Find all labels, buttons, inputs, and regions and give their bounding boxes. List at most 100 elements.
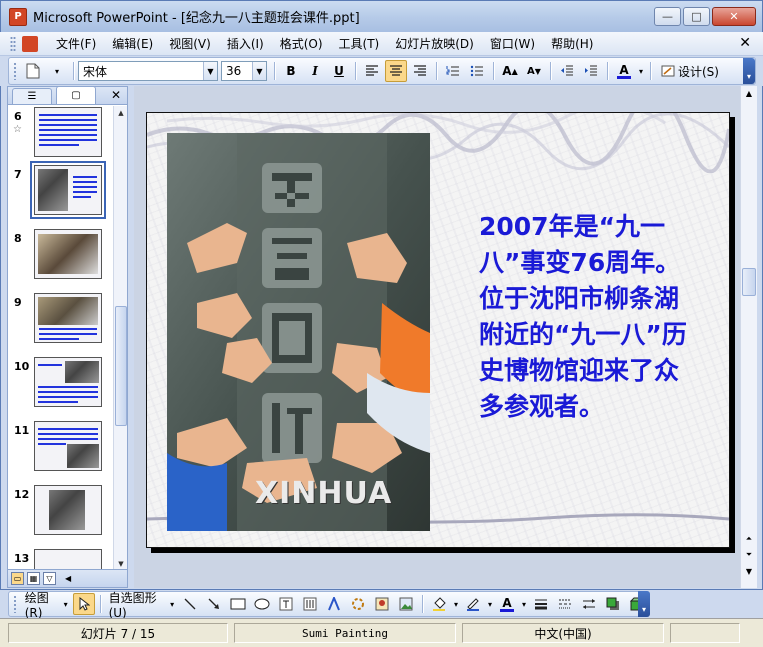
scroll-up-icon[interactable]: ▲ [114, 106, 128, 120]
current-slide[interactable]: XINHUA 2007年是“九一八”事变76周年。位于沈阳市柳条湖附近的“九一八… [146, 112, 730, 548]
slide-scrollbar[interactable]: ▲ ⏶ ⏷ ▼ [740, 86, 757, 588]
slide-thumbnail-13[interactable]: 13 [8, 546, 113, 571]
document-icon[interactable] [22, 35, 38, 52]
toolbar-options-dropdown-icon[interactable]: ▾ [46, 60, 68, 82]
scroll-left-icon[interactable]: ◀ [65, 574, 71, 583]
slide-thumbnail-8[interactable]: 8 [8, 226, 113, 284]
align-right-icon[interactable] [409, 60, 431, 82]
scrollbar-thumb[interactable] [115, 306, 127, 426]
textbox-tool-icon[interactable] [275, 593, 297, 615]
slide-design-button[interactable]: 设计(S) [656, 60, 724, 82]
diagram-tool-icon[interactable] [347, 593, 369, 615]
bold-button[interactable]: B [280, 60, 302, 82]
font-color-icon[interactable]: A [496, 593, 518, 615]
toolbar-grip-handle[interactable] [13, 62, 17, 80]
menu-slideshow[interactable]: 幻灯片放映(D) [387, 33, 482, 55]
menu-grip-handle[interactable] [10, 35, 16, 52]
chevron-down-icon[interactable]: ▾ [452, 593, 460, 615]
slide-thumbnail-11[interactable]: 11 [8, 418, 113, 476]
menu-format[interactable]: 格式(O) [272, 33, 331, 55]
chevron-down-icon[interactable]: ▾ [637, 60, 645, 82]
chevron-down-icon[interactable]: ▼ [252, 62, 266, 80]
hands-on-monument-image [167, 133, 430, 531]
line-style-icon[interactable] [530, 593, 552, 615]
font-size-value: 36 [226, 64, 242, 78]
minimize-button[interactable]: — [654, 7, 681, 26]
maximize-button[interactable]: □ [683, 7, 710, 26]
monument-photo[interactable]: XINHUA [167, 133, 430, 531]
increase-indent-icon[interactable] [580, 60, 602, 82]
slide-thumbnail-12[interactable]: 12 [8, 482, 113, 540]
wordart-icon[interactable] [323, 593, 345, 615]
chevron-down-icon[interactable]: ▾ [520, 593, 528, 615]
shadow-style-icon[interactable] [602, 593, 624, 615]
status-bar: 幻灯片 7 / 15 Sumi Painting 中文(中国) [0, 618, 763, 647]
draw-menu-button[interactable]: 绘图(R) ▾ [22, 591, 71, 620]
tab-slides[interactable]: ▢ [56, 86, 96, 104]
slide-body-text[interactable]: 2007年是“九一八”事变76周年。位于沈阳市柳条湖附近的“九一八”历史博物馆迎… [479, 209, 694, 425]
menu-file[interactable]: 文件(F) [48, 33, 104, 55]
rectangle-tool-icon[interactable] [227, 593, 249, 615]
slides-pane: ☰ ▢ ✕ 6 ☆ 7 8 9 10 11 12 13 ▲ ▼ ▭ ▦ ▽ ◀ [7, 86, 128, 588]
numbered-list-icon[interactable] [442, 60, 464, 82]
powerpoint-app-icon[interactable]: P [9, 7, 27, 26]
draw-label: 绘图(R) [24, 590, 49, 620]
arrow-tool-icon[interactable] [203, 593, 225, 615]
align-center-icon[interactable] [385, 60, 407, 82]
previous-slide-icon[interactable]: ⏶ [742, 532, 756, 546]
vertical-textbox-icon[interactable] [299, 593, 321, 615]
slide-sorter-view-icon[interactable]: ▦ [27, 572, 40, 585]
toolbar-overflow-icon[interactable]: ▾ [743, 58, 755, 84]
select-objects-icon[interactable] [72, 593, 95, 615]
animation-star-icon: ☆ [13, 124, 22, 135]
oval-tool-icon[interactable] [251, 593, 273, 615]
font-color-icon[interactable]: A [613, 60, 635, 82]
scroll-up-icon[interactable]: ▲ [742, 86, 756, 100]
align-left-icon[interactable] [361, 60, 383, 82]
line-color-icon[interactable] [462, 593, 484, 615]
autoshapes-menu-button[interactable]: 自选图形(U) ▾ [106, 591, 177, 620]
menu-insert[interactable]: 插入(I) [219, 33, 272, 55]
slide-thumbnail-7[interactable]: 7 [8, 161, 113, 220]
thumbnail-scrollbar[interactable]: ▲ ▼ [113, 106, 127, 571]
font-name-select[interactable]: 宋体 ▼ [78, 61, 218, 81]
close-pane-button[interactable]: ✕ [111, 88, 121, 102]
menu-edit[interactable]: 编辑(E) [104, 33, 161, 55]
underline-button[interactable]: U [328, 60, 350, 82]
toolbar-overflow-icon[interactable]: ▾ [638, 591, 650, 617]
close-document-button[interactable]: ✕ [739, 35, 751, 51]
bullet-list-icon[interactable] [466, 60, 488, 82]
arrow-style-icon[interactable] [578, 593, 600, 615]
slide-preview [34, 549, 102, 571]
fill-color-icon[interactable] [428, 593, 450, 615]
clip-art-icon[interactable] [371, 593, 393, 615]
tab-outline[interactable]: ☰ [12, 88, 52, 104]
chevron-down-icon[interactable]: ▼ [203, 62, 217, 80]
slide-number: 13 [14, 552, 30, 565]
slide-thumbnail-6[interactable]: 6 ☆ [8, 106, 113, 162]
insert-picture-icon[interactable] [395, 593, 417, 615]
menu-tools[interactable]: 工具(T) [331, 33, 388, 55]
normal-view-icon[interactable]: ▭ [11, 572, 24, 585]
line-tool-icon[interactable] [179, 593, 201, 615]
slide-thumbnail-10[interactable]: 10 [8, 354, 113, 412]
close-window-button[interactable]: ✕ [712, 7, 756, 26]
slide-thumbnail-list[interactable]: 6 ☆ 7 8 9 10 11 12 13 [8, 106, 113, 571]
toolbar-grip-handle[interactable] [13, 595, 17, 613]
slide-thumbnail-9[interactable]: 9 [8, 290, 113, 348]
next-slide-icon[interactable]: ⏷ [742, 548, 756, 562]
increase-font-size-icon[interactable]: A ▲ [499, 60, 521, 82]
menu-window[interactable]: 窗口(W) [482, 33, 543, 55]
menu-help[interactable]: 帮助(H) [543, 33, 601, 55]
scroll-down-icon[interactable]: ▼ [742, 564, 756, 578]
dash-style-icon[interactable] [554, 593, 576, 615]
slideshow-view-icon[interactable]: ▽ [43, 572, 56, 585]
chevron-down-icon[interactable]: ▾ [486, 593, 494, 615]
decrease-indent-icon[interactable] [556, 60, 578, 82]
decrease-font-size-icon[interactable]: A ▼ [523, 60, 545, 82]
menu-view[interactable]: 视图(V) [161, 33, 219, 55]
italic-button[interactable]: I [304, 60, 326, 82]
font-size-select[interactable]: 36 ▼ [221, 61, 267, 81]
new-document-icon[interactable] [22, 60, 44, 82]
scrollbar-thumb[interactable] [742, 268, 756, 296]
